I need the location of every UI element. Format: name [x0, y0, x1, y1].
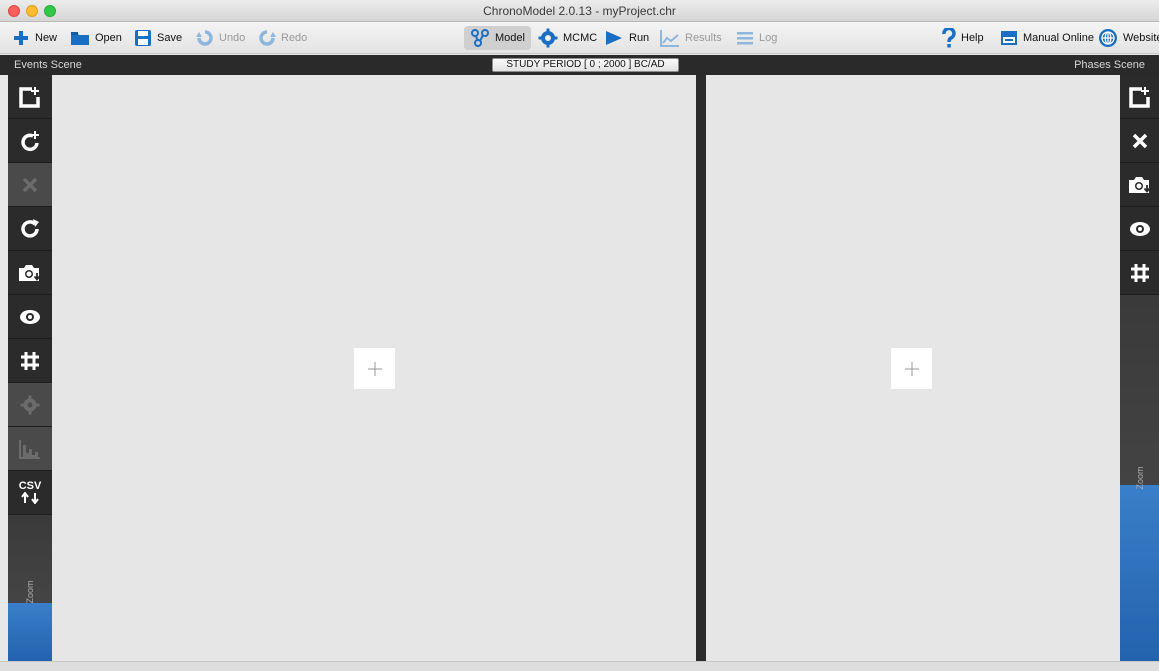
play-icon: [606, 31, 622, 45]
results-chart-icon: [660, 30, 679, 47]
chronomodel-window: ChronoModel 2.0.13 - myProject.chr New O…: [0, 0, 1159, 671]
csv-import-export-button[interactable]: CSV: [8, 471, 52, 515]
delete-event-button[interactable]: [8, 163, 52, 207]
redo-icon: [259, 30, 276, 46]
run-button[interactable]: Run: [604, 26, 649, 50]
show-overview-button[interactable]: [8, 295, 52, 339]
title-bar: ChronoModel 2.0.13 - myProject.chr: [0, 0, 1159, 22]
scene-header-bar: Events Scene STUDY PERIOD [ 0 ; 2000 ] B…: [0, 55, 1159, 75]
export-phase-image-button[interactable]: [1120, 163, 1159, 207]
phases-zoom-slider-fill: [1120, 485, 1159, 661]
csv-label: CSV: [18, 480, 42, 492]
add-phase-placeholder-button[interactable]: [891, 348, 932, 389]
events-scene[interactable]: [52, 75, 696, 661]
log-button[interactable]: Log: [736, 26, 777, 50]
redo-label: Redo: [281, 32, 308, 44]
mcmc-label: MCMC: [563, 32, 598, 44]
histogram-icon: [19, 439, 40, 459]
gear-icon: [20, 395, 40, 414]
add-bound-icon: [21, 130, 39, 151]
camera-icon: [1128, 176, 1150, 193]
pdf-document-icon: [1001, 31, 1017, 45]
run-label: Run: [629, 32, 650, 44]
help-button[interactable]: Help: [942, 26, 984, 50]
close-icon: [22, 177, 38, 192]
export-image-button[interactable]: [8, 251, 52, 295]
up-down-arrows-icon: [21, 492, 39, 504]
study-period-button[interactable]: STUDY PERIOD [ 0 ; 2000 ] BC/AD: [492, 58, 679, 72]
add-event-placeholder-button[interactable]: [354, 348, 395, 389]
events-scene-title: Events Scene: [14, 59, 82, 71]
save-label: Save: [157, 32, 183, 44]
plus-icon: [904, 361, 919, 376]
help-label: Help: [961, 32, 984, 44]
plus-icon: [367, 361, 382, 376]
website-label: Website: [1123, 32, 1159, 44]
phases-zoom-slider[interactable]: Zoom: [1120, 295, 1159, 661]
model-tab[interactable]: Model: [464, 26, 531, 50]
gear-icon: [538, 28, 558, 48]
folder-icon: [71, 32, 89, 45]
eye-icon: [20, 309, 40, 324]
eye-icon: [1129, 221, 1150, 236]
status-bar: [0, 661, 1159, 671]
phases-tool-sidebar: Zoom: [1120, 75, 1159, 661]
undo-label: Undo: [219, 32, 246, 44]
website-button[interactable]: Website: [1098, 26, 1159, 50]
events-zoom-label: Zoom: [25, 580, 35, 604]
scene-splitter[interactable]: [696, 75, 706, 661]
show-grid-button[interactable]: [8, 339, 52, 383]
events-tool-sidebar: CSV Zoom: [8, 75, 52, 661]
results-label: Results: [685, 32, 722, 44]
mcmc-button[interactable]: MCMC: [538, 26, 597, 50]
add-event-icon: [19, 86, 40, 108]
globe-icon: [1099, 29, 1117, 47]
event-properties-button[interactable]: [8, 383, 52, 427]
delete-phase-button[interactable]: [1120, 119, 1159, 163]
events-zoom-slider[interactable]: Zoom: [8, 515, 52, 661]
phase-grid-button[interactable]: [1120, 251, 1159, 295]
redo-button[interactable]: Redo: [258, 26, 307, 50]
events-zoom-slider-fill: [8, 602, 52, 661]
hash-icon: [21, 351, 39, 370]
show-distributions-button[interactable]: [8, 427, 52, 471]
refresh-icon: [21, 218, 39, 238]
new-bound-button[interactable]: [8, 119, 52, 163]
open-label: Open: [95, 32, 122, 44]
restore-event-button[interactable]: [8, 207, 52, 251]
close-icon: [1132, 133, 1147, 148]
new-event-button[interactable]: [8, 75, 52, 119]
hash-icon: [1130, 263, 1149, 282]
save-button[interactable]: Save: [134, 26, 182, 50]
manual-online-label: Manual Online: [1023, 32, 1094, 44]
new-phase-button[interactable]: [1120, 75, 1159, 119]
manual-online-button[interactable]: Manual Online: [1000, 26, 1094, 50]
open-button[interactable]: Open: [70, 26, 122, 50]
question-mark-icon: [942, 28, 956, 48]
new-label: New: [35, 32, 58, 44]
phase-overview-button[interactable]: [1120, 207, 1159, 251]
new-button[interactable]: New: [12, 26, 57, 50]
camera-icon: [19, 264, 41, 281]
log-label: Log: [759, 32, 778, 44]
main-toolbar: New Open Save Undo Redo Model MCMC Run R…: [0, 22, 1159, 54]
model-graph-icon: [471, 29, 489, 47]
floppy-disk-icon: [135, 30, 151, 46]
add-phase-icon: [1128, 86, 1150, 108]
plus-icon: [14, 31, 28, 45]
phases-zoom-label: Zoom: [1134, 466, 1145, 490]
phases-scene[interactable]: [706, 75, 1120, 661]
window-title: ChronoModel 2.0.13 - myProject.chr: [483, 4, 676, 18]
undo-icon: [196, 30, 213, 46]
results-button[interactable]: Results: [660, 26, 722, 50]
list-icon: [737, 32, 753, 45]
undo-button[interactable]: Undo: [196, 26, 245, 50]
model-label: Model: [495, 32, 525, 44]
phases-scene-title: Phases Scene: [1074, 59, 1145, 71]
